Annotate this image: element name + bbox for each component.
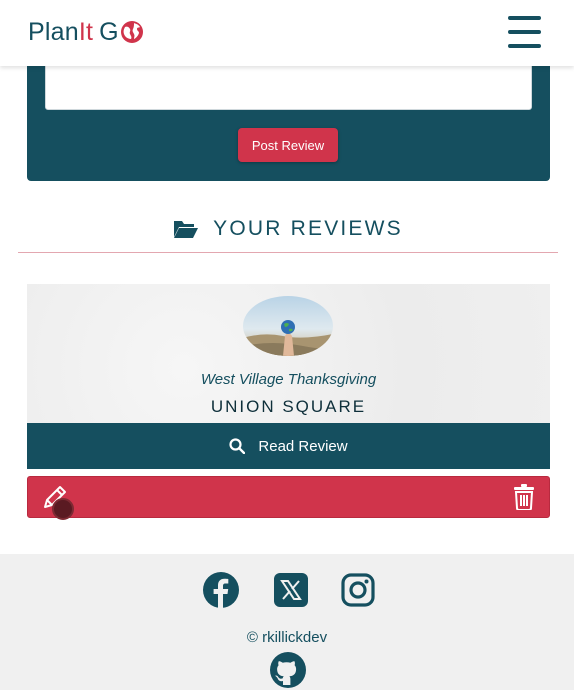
facebook-icon[interactable] (203, 572, 239, 608)
globe-icon (120, 21, 143, 43)
post-review-button[interactable]: Post Review (238, 128, 338, 162)
instagram-icon[interactable] (340, 572, 376, 608)
review-image (243, 296, 333, 356)
review-actions-bar (27, 476, 550, 520)
review-location: UNION SQUARE (210, 397, 367, 416)
menu-bar (508, 44, 541, 48)
folder-open-icon (174, 221, 199, 238)
hamburger-menu-icon[interactable] (508, 16, 541, 48)
section-title: YOUR REVIEWS (213, 217, 403, 240)
review-title: West Village Thanksgiving (200, 371, 377, 388)
read-review-label: Read Review (258, 437, 348, 455)
search-icon (229, 438, 246, 454)
brand-text-g: G (99, 17, 119, 46)
read-review-button[interactable]: Read Review (27, 423, 550, 469)
brand-logo[interactable]: Plan It G (28, 17, 144, 47)
trash-icon[interactable] (513, 484, 535, 510)
brand-text-it: It (78, 17, 94, 46)
x-icon[interactable] (273, 572, 309, 608)
copyright-text: © rkillickdev (246, 629, 328, 646)
navbar: Plan It G (0, 0, 574, 66)
touch-cursor-indicator (52, 498, 74, 520)
menu-bar (508, 30, 541, 34)
review-card: West Village Thanksgiving UNION SQUARE (27, 284, 550, 424)
menu-bar (508, 16, 541, 20)
page: Plan It G Post Review YOUR REVIEWS West … (0, 0, 574, 690)
brand-text-plan: Plan (28, 17, 79, 46)
github-icon[interactable] (270, 652, 306, 688)
footer: © rkillickdev (0, 554, 574, 690)
your-reviews-header: YOUR REVIEWS (18, 208, 558, 253)
